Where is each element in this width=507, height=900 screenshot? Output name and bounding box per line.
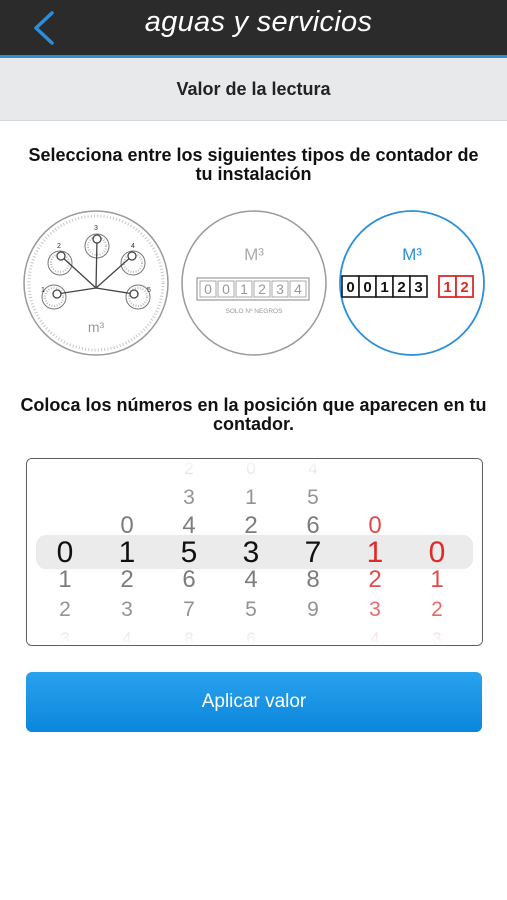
digit-wheel-2[interactable]: 012 3 4 [105,459,149,646]
wheel-digit: 0 [368,512,382,539]
wheel-digit: 2 [431,597,443,621]
wheel-digit: 1 [430,566,444,593]
black-only-digit: 4 [294,281,302,297]
wheel-selected-digit: 1 [118,536,136,569]
black-only-digit: 0 [222,281,230,297]
black-only-digit: 1 [240,281,248,297]
wheel-digit: 0 [120,512,134,539]
black-red-black-digit: 0 [346,279,354,296]
wheel-digit: 3 [183,485,195,509]
black-only-meter-illustration: M³ 0 0 1 2 3 4 SOLO Nº NEGROS [181,210,327,356]
meter-option-dial[interactable]: 2 3 4 1 5 m³ [21,208,171,358]
black-red-meter-unit: M³ [402,245,422,264]
digit-wheel-7[interactable]: 01 2 3 [415,459,459,646]
wheel-digit: 4 [308,458,318,478]
digit-wheel-3[interactable]: 2 3 456 7 8 [167,458,211,646]
wheel-digit: 5 [307,485,319,509]
dial-number: 4 [131,243,135,250]
black-only-caption: SOLO Nº NEGROS [226,308,284,315]
dial-number: 1 [41,287,45,294]
wheel-digit: 0 [246,458,256,478]
black-red-black-digit: 0 [363,279,371,296]
meter-type-instruction: Selecciona entre los siguientes tipos de… [28,145,479,184]
meter-option-black-red[interactable]: M³ 0 0 1 2 3 1 2 [337,208,487,358]
wheel-digit: 8 [306,566,320,593]
black-only-digit: 2 [258,281,266,297]
wheel-digit: 2 [244,512,258,539]
wheel-digit: 5 [245,597,257,621]
wheel-digit: 4 [182,512,196,539]
dial-number: 5 [147,287,151,294]
reading-picker: 01230123423456780123456456789012340123 [26,458,483,646]
wheel-digit: 6 [306,512,320,539]
digit-wheel-4[interactable]: 0 1 234 5 6 [229,458,273,646]
wheel-digit: 3 [121,597,133,621]
black-red-black-digit: 2 [397,279,405,296]
wheel-selected-digit: 1 [366,536,384,569]
wheel-selected-digit: 5 [180,536,198,569]
wheel-selected-digit: 3 [242,536,260,569]
meter-type-options: 2 3 4 1 5 m³ M³ 0 0 1 2 3 4 SOLO Nº NEGR… [0,205,507,360]
wheel-selected-digit: 0 [56,536,74,569]
wheel-digit: 9 [307,597,319,621]
digit-wheel-1[interactable]: 01 2 3 [43,459,87,646]
wheel-digit: 2 [120,566,134,593]
section-header: Valor de la lectura [0,58,507,121]
position-instruction: Coloca los números en la posición que ap… [20,395,487,434]
digit-wheel-6[interactable]: 012 3 4 [353,459,397,646]
dial-number: 2 [57,243,61,250]
black-only-digit: 0 [204,281,212,297]
wheel-digit: 6 [246,628,256,646]
wheel-digit: 4 [122,628,132,646]
black-red-red-digit: 2 [460,279,468,296]
black-only-meter-unit: M³ [244,245,264,264]
black-red-black-digit: 1 [380,279,388,296]
black-red-red-digit: 1 [443,279,451,296]
wheel-digit: 8 [184,628,194,646]
wheel-digit: 1 [245,485,257,509]
meter-option-black-only[interactable]: M³ 0 0 1 2 3 4 SOLO Nº NEGROS [179,208,329,358]
section-title: Valor de la lectura [176,79,331,99]
wheel-digit: 6 [182,566,196,593]
wheel-digit: 7 [183,597,195,621]
wheel-digit: 2 [368,566,382,593]
wheel-digit: 2 [59,597,71,621]
wheel-digit: 3 [60,628,70,646]
nav-bar: aguas y servicios [0,0,507,58]
wheel-digit: 4 [244,566,258,593]
digit-wheel-5[interactable]: 4 5 678 9 [291,459,335,645]
wheel-digit: 1 [58,566,72,593]
black-red-meter-illustration: M³ 0 0 1 2 3 1 2 [339,210,485,356]
wheel-selected-digit: 0 [428,536,446,569]
wheel-selected-digit: 7 [304,536,322,569]
black-only-digit: 3 [276,281,284,297]
dial-number: 3 [94,225,98,232]
wheel-digit: 3 [369,597,381,621]
wheel-digit: 4 [370,628,380,646]
black-red-black-digit: 3 [414,279,422,296]
app-title: aguas y servicios [144,6,373,38]
wheel-digit: 3 [432,628,442,646]
dial-meter-unit: m³ [88,319,105,335]
apply-value-button[interactable]: Aplicar valor [26,672,482,732]
wheel-digit: 2 [184,458,194,478]
dial-meter-illustration: 2 3 4 1 5 m³ [23,210,169,356]
